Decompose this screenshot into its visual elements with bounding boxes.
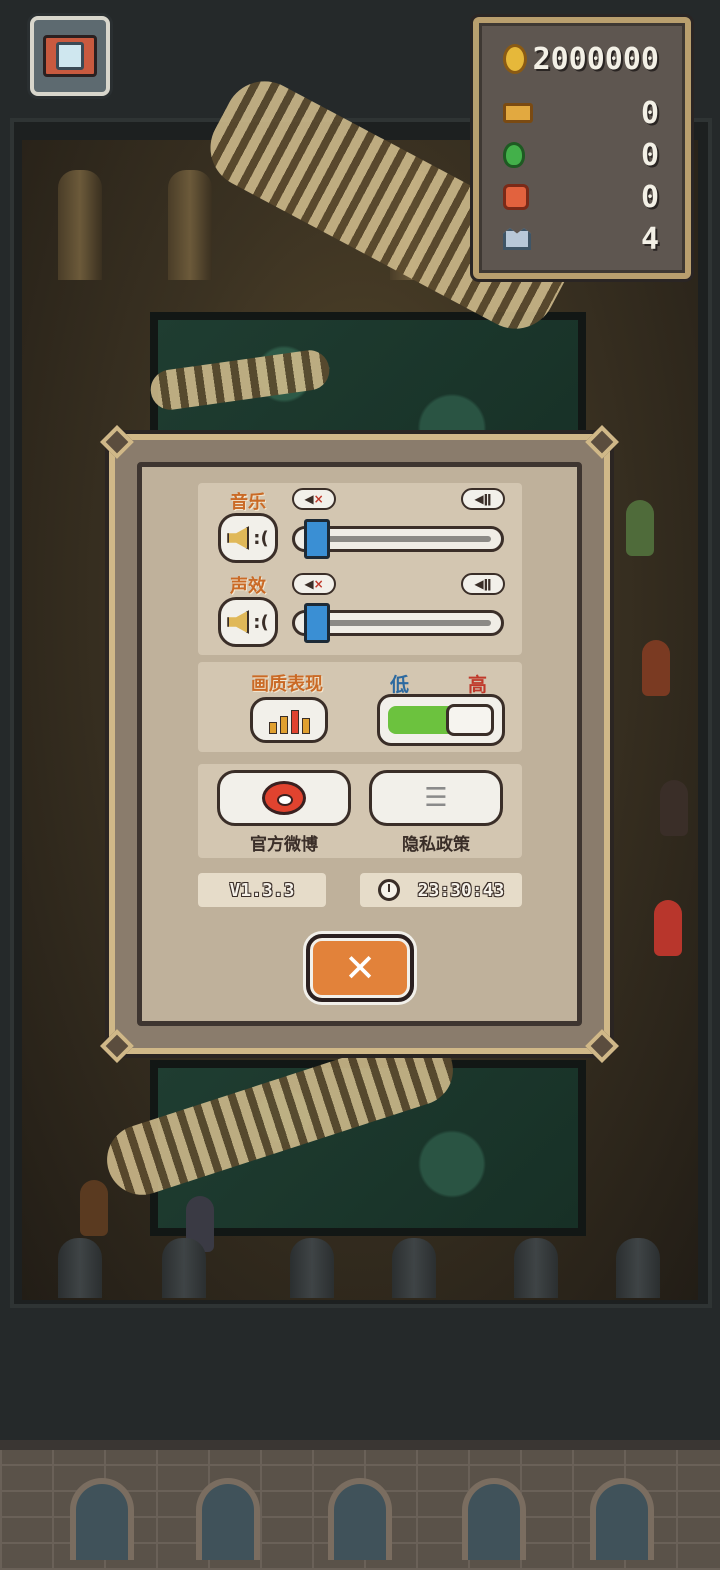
potion-row: 0 (503, 135, 659, 175)
weibo-button[interactable] (217, 770, 351, 826)
speaker-icon (227, 610, 250, 634)
quality-label: 画质表现 (251, 674, 323, 695)
time-text: 23:30:43 (417, 879, 505, 901)
arched-window (590, 1478, 654, 1560)
volume-icon: ◀ǁ (461, 488, 505, 510)
quality-button[interactable] (250, 697, 328, 743)
quality-low-label: 低 (390, 674, 410, 696)
arched-window (70, 1478, 134, 1560)
list-icon: ☰ (424, 783, 448, 813)
crown-icon (503, 228, 531, 250)
visitor-npc[interactable] (654, 900, 682, 956)
sound-volume-slider[interactable] (292, 603, 504, 643)
bag-icon (503, 184, 529, 210)
arched-window (328, 1478, 392, 1560)
pillar (168, 170, 212, 280)
coin-count: 2000000 (532, 41, 659, 77)
clock-icon (377, 879, 400, 901)
quality-high-label: 高 (468, 674, 488, 696)
pillar (392, 1238, 436, 1298)
ticket-icon (503, 103, 533, 123)
sound-toggle-button[interactable]: :( (218, 597, 278, 647)
bag-row: 0 (503, 177, 659, 217)
visitor-npc[interactable] (626, 500, 654, 556)
arched-window (462, 1478, 526, 1560)
potion-count: 0 (640, 137, 659, 173)
ticket-count: 0 (640, 95, 659, 131)
quality-toggle-knob[interactable] (446, 704, 494, 736)
music-volume-slider[interactable] (292, 519, 504, 559)
camera-icon (43, 35, 97, 77)
bag-count: 0 (640, 179, 659, 215)
pillar (58, 170, 102, 280)
visitor-npc[interactable] (660, 780, 688, 836)
version-text: V1.3.3 (229, 879, 295, 901)
sound-slider-thumb[interactable] (304, 603, 330, 643)
volume-icon: ◀ǁ (461, 573, 505, 595)
weibo-label: 官方微博 (250, 835, 318, 855)
pillar (290, 1238, 334, 1298)
resources-panel: 2000000 0 0 0 4 (473, 17, 691, 279)
coin-icon (503, 44, 527, 74)
mute-icon: ◀ × (292, 573, 336, 595)
privacy-button[interactable]: ☰ (369, 770, 503, 826)
camera-button[interactable] (30, 16, 110, 96)
version-box: V1.3.3 (198, 873, 326, 907)
quality-chart-icon (290, 710, 299, 734)
crown-row: 4 (503, 219, 659, 259)
quality-toggle[interactable] (377, 694, 505, 746)
pillar (514, 1238, 558, 1298)
music-slider-thumb[interactable] (304, 519, 330, 559)
visitor-npc[interactable] (80, 1180, 108, 1236)
arched-window (196, 1478, 260, 1560)
clock-box: 23:30:43 (360, 873, 522, 907)
sound-label: 声效 (230, 576, 266, 597)
close-button[interactable]: ✕ (306, 934, 414, 1002)
music-toggle-button[interactable]: :( (218, 513, 278, 563)
pillar (58, 1238, 102, 1298)
mute-icon: ◀ × (292, 488, 336, 510)
weibo-icon (262, 781, 306, 815)
potion-icon (503, 142, 525, 168)
crown-count: 4 (640, 221, 659, 257)
pillar (616, 1238, 660, 1298)
close-icon: ✕ (344, 946, 376, 990)
ticket-row: 0 (503, 93, 659, 133)
music-label: 音乐 (230, 492, 266, 513)
pillar (162, 1238, 206, 1298)
visitor-npc[interactable] (642, 640, 670, 696)
speaker-icon (227, 526, 250, 550)
privacy-label: 隐私政策 (402, 835, 470, 855)
coin-row: 2000000 (503, 39, 659, 79)
